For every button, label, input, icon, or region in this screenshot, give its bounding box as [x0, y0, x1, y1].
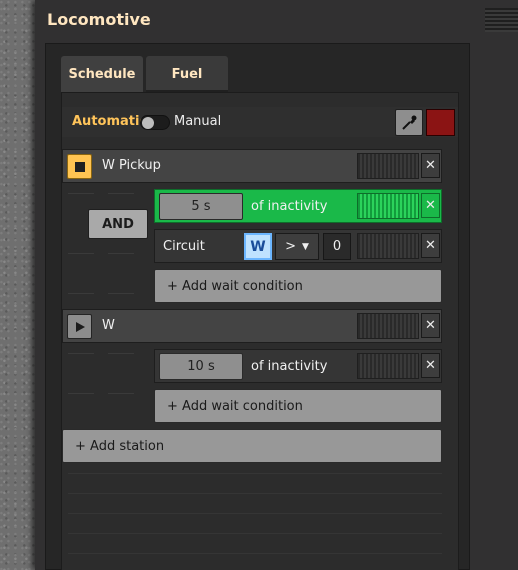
- condition-time-button[interactable]: 5 s: [159, 193, 243, 220]
- add-wait-condition-button[interactable]: + Add wait condition: [154, 269, 442, 303]
- condition-drag-handle[interactable]: [357, 193, 419, 219]
- comparator-value: >: [285, 239, 296, 254]
- gutter-tick: [108, 193, 134, 194]
- condition-type-label: Circuit: [163, 239, 205, 254]
- empty-slot-divider: [68, 553, 442, 554]
- schedule-content: Automatic Manual W Pickup ✕ 5 s of inact…: [61, 92, 459, 570]
- station-stop-button[interactable]: [67, 154, 92, 179]
- remove-station-button[interactable]: ✕: [421, 153, 440, 178]
- mode-switch-knob: [142, 117, 154, 129]
- gutter-tick: [108, 393, 134, 394]
- mode-switch[interactable]: [140, 115, 170, 130]
- manual-label: Manual: [174, 114, 222, 129]
- condition-drag-handle[interactable]: [357, 233, 419, 259]
- tab-schedule[interactable]: Schedule: [61, 56, 143, 92]
- station-row-w-pickup[interactable]: W Pickup ✕: [62, 149, 442, 183]
- condition-time-button[interactable]: 10 s: [159, 353, 243, 380]
- remove-station-button[interactable]: ✕: [421, 313, 440, 338]
- wait-condition-inactivity[interactable]: 5 s of inactivity ✕: [154, 189, 442, 223]
- dropdown-arrow-icon: ▼: [301, 241, 309, 252]
- remove-condition-button[interactable]: ✕: [421, 353, 440, 378]
- gutter-tick: [108, 293, 134, 294]
- empty-slot-divider: [68, 513, 442, 514]
- add-wait-condition-button[interactable]: + Add wait condition: [154, 389, 442, 423]
- gutter-tick: [68, 353, 94, 354]
- locomotive-window: Locomotive Schedule Fuel Automatic Manua…: [35, 0, 518, 570]
- station-go-button[interactable]: [67, 314, 92, 339]
- tab-fuel[interactable]: Fuel: [146, 56, 228, 92]
- constant-value-field[interactable]: 0: [323, 233, 351, 260]
- color-picker-button[interactable]: [395, 109, 423, 136]
- empty-slot-divider: [68, 533, 442, 534]
- stop-icon: [74, 161, 85, 172]
- window-drag-handle[interactable]: [485, 8, 518, 32]
- condition-text: of inactivity: [251, 359, 328, 374]
- gutter-tick: [68, 393, 94, 394]
- mode-toggle-row: Automatic Manual: [62, 107, 458, 137]
- eyedropper-icon: [402, 115, 417, 130]
- wait-condition-circuit[interactable]: Circuit W > ▼ 0 ✕: [154, 229, 442, 263]
- add-station-button[interactable]: + Add station: [62, 429, 442, 463]
- station-drag-handle[interactable]: [357, 313, 419, 339]
- gutter-tick: [68, 293, 94, 294]
- schedule-panel: Schedule Fuel Automatic Manual W Pickup …: [45, 43, 470, 570]
- condition-drag-handle[interactable]: [357, 353, 419, 379]
- station-drag-handle[interactable]: [357, 153, 419, 179]
- gutter-tick: [108, 353, 134, 354]
- train-color-swatch[interactable]: [426, 109, 455, 136]
- condition-text: of inactivity: [251, 199, 328, 214]
- play-icon: [75, 321, 85, 332]
- station-name: W Pickup: [102, 158, 161, 173]
- comparator-dropdown[interactable]: > ▼: [275, 233, 319, 260]
- remove-condition-button[interactable]: ✕: [421, 193, 440, 218]
- gutter-tick: [108, 253, 134, 254]
- remove-condition-button[interactable]: ✕: [421, 233, 440, 258]
- gutter-tick: [68, 193, 94, 194]
- wait-condition-inactivity[interactable]: 10 s of inactivity ✕: [154, 349, 442, 383]
- empty-slot-divider: [68, 473, 442, 474]
- empty-slot-divider: [68, 493, 442, 494]
- station-row-w[interactable]: W ✕: [62, 309, 442, 343]
- gutter-tick: [68, 253, 94, 254]
- window-title: Locomotive: [47, 10, 151, 29]
- automatic-label: Automatic: [72, 114, 148, 129]
- and-or-toggle-button[interactable]: AND: [88, 209, 148, 239]
- station-name: W: [102, 318, 115, 333]
- signal-w-button[interactable]: W: [244, 233, 272, 260]
